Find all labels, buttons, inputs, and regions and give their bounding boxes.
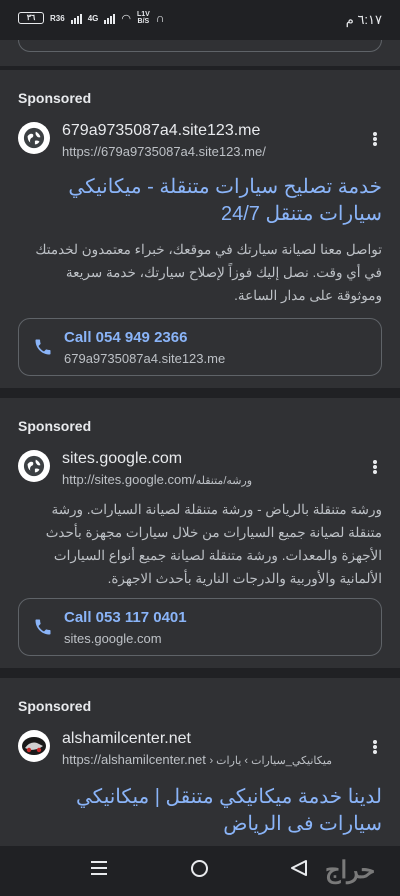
url-path: › ميكانيكي_سيارات › يارات xyxy=(209,755,333,767)
more-options-icon[interactable] xyxy=(368,738,382,756)
signal-label-2: 4G xyxy=(87,13,99,23)
back-icon[interactable] xyxy=(289,858,309,878)
call-label: Call 053 117 0401 xyxy=(64,609,187,626)
recent-apps-icon[interactable] xyxy=(91,861,107,875)
url-path: ورشه/متنقله xyxy=(195,475,253,487)
status-time: ٦:١٧ م xyxy=(345,12,382,27)
ad-domain[interactable]: alshamilcenter.net xyxy=(62,730,191,748)
speed-value: L1V xyxy=(136,11,150,18)
haraj-watermark: حراج xyxy=(325,857,376,884)
call-domain: sites.google.com xyxy=(64,631,162,646)
headphones-icon: ∩ xyxy=(155,11,165,25)
globe-icon[interactable] xyxy=(18,122,50,154)
speed-unit: B/S xyxy=(137,18,150,25)
wifi-icon: ◠ xyxy=(121,12,131,25)
site-logo-icon[interactable] xyxy=(18,730,50,762)
phone-icon xyxy=(35,619,51,635)
sponsored-label: Sponsored xyxy=(18,90,92,106)
ad-card: Sponsored alshamilcenter.net https://als… xyxy=(0,678,400,846)
network-speed: L1V B/S xyxy=(137,11,150,25)
previous-ad-card xyxy=(0,40,400,66)
call-button[interactable]: Call 054 949 2366 679a9735087a4.site123.… xyxy=(18,318,382,376)
ad-description: ورشة متنقلة بالرياض - ورشة متنقلة لصيانة… xyxy=(45,502,382,586)
home-icon[interactable] xyxy=(191,860,208,877)
more-options-icon[interactable] xyxy=(368,130,382,148)
signal-bars-icon xyxy=(70,13,82,24)
sponsored-label: Sponsored xyxy=(18,698,92,714)
ad-title[interactable]: لدينا خدمة ميكانيكي متنقل | ميكانيكي سيا… xyxy=(18,784,382,838)
battery-icon: ٣٦ xyxy=(18,12,44,24)
globe-icon[interactable] xyxy=(18,450,50,482)
phone-icon xyxy=(35,339,51,355)
ad-url[interactable]: https://679a9735087a4.site123.me/ xyxy=(62,144,266,159)
ad-title[interactable]: خدمة تصليح سيارات متنقلة - ميكانيكي سيار… xyxy=(18,174,382,228)
ad-domain[interactable]: 679a9735087a4.site123.me xyxy=(62,122,260,140)
ad-card: Sponsored 679a9735087a4.site123.me https… xyxy=(0,70,400,388)
ad-url[interactable]: http://sites.google.com/ورشه/متنقله xyxy=(62,472,252,487)
ad-description: تواصل معنا لصيانة سيارتك في موقعك، خبراء… xyxy=(35,242,382,303)
more-options-icon[interactable] xyxy=(368,458,382,476)
navigation-bar: حراج xyxy=(0,846,400,896)
url-prefix: https://alshamilcenter.net xyxy=(62,752,206,767)
signal-bars-2-icon xyxy=(104,13,116,24)
battery-level: ٣٦ xyxy=(26,13,36,22)
status-icons: ٣٦ R36 4G ◠ L1V B/S ∩ xyxy=(18,11,164,25)
sponsored-label: Sponsored xyxy=(18,418,92,434)
call-label: Call 054 949 2366 xyxy=(64,329,188,346)
ad-domain[interactable]: sites.google.com xyxy=(62,450,182,468)
ad-url[interactable]: https://alshamilcenter.net › ميكانيكي_سي… xyxy=(62,752,332,767)
call-domain: 679a9735087a4.site123.me xyxy=(64,351,226,366)
status-bar: ٣٦ R36 4G ◠ L1V B/S ∩ ٦:١٧ م xyxy=(0,0,400,40)
ad-card: Sponsored sites.google.com http://sites.… xyxy=(0,398,400,668)
signal-label-1: R36 xyxy=(50,13,65,23)
previous-call-box[interactable] xyxy=(18,40,382,52)
call-button[interactable]: Call 053 117 0401 sites.google.com xyxy=(18,598,382,656)
url-prefix: http://sites.google.com/ xyxy=(62,472,196,487)
